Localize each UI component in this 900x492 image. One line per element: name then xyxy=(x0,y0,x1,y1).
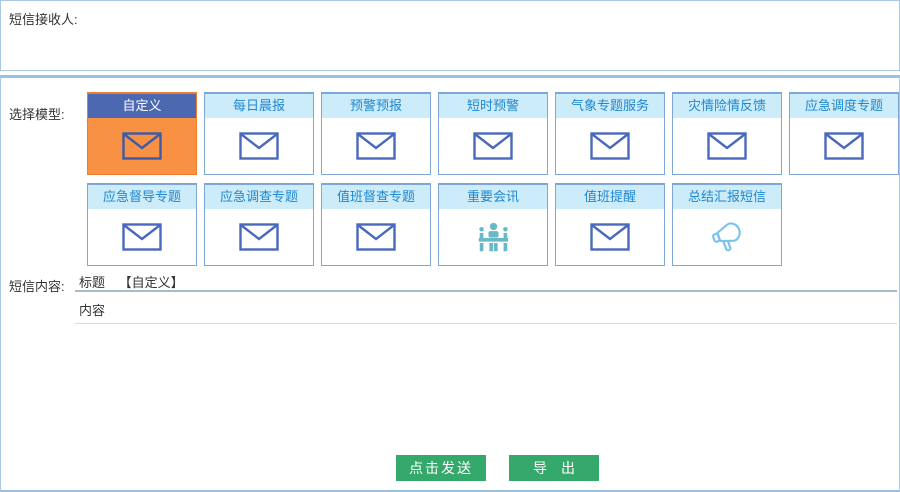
template-tile-important-meeting[interactable]: 重要会讯 xyxy=(438,183,548,266)
title-label: 标题 xyxy=(79,275,105,290)
template-tile-body xyxy=(790,118,898,174)
envelope-icon xyxy=(356,223,396,251)
template-tile-emergency-investigation[interactable]: 应急调查专题 xyxy=(204,183,314,266)
template-tile-emergency-supervision[interactable]: 应急督导专题 xyxy=(87,183,197,266)
envelope-icon xyxy=(239,223,279,251)
template-tile-body xyxy=(439,209,547,265)
template-tile-body xyxy=(439,118,547,174)
template-tile-custom[interactable]: 自定义 xyxy=(87,92,197,175)
recipients-panel: 短信接收人: xyxy=(0,0,900,71)
template-tile-shortterm-warning[interactable]: 短时预警 xyxy=(438,92,548,175)
sms-send-page: 短信接收人: 选择模型: 自定义 每日晨报 预警预报 xyxy=(0,0,900,492)
template-tile-title: 预警预报 xyxy=(322,94,430,118)
template-tile-disaster-feedback[interactable]: 灾情险情反馈 xyxy=(672,92,782,175)
template-row-1: 自定义 每日晨报 预警预报 短时预警 xyxy=(87,92,899,175)
envelope-icon xyxy=(824,132,864,160)
template-tile-title: 总结汇报短信 xyxy=(673,185,781,209)
template-tile-duty-reminder[interactable]: 值班提醒 xyxy=(555,183,665,266)
send-button[interactable]: 点击发送 xyxy=(396,455,486,481)
meeting-icon xyxy=(475,221,512,254)
template-tile-body xyxy=(673,209,781,265)
sms-content-label: 短信内容: xyxy=(9,276,65,295)
envelope-icon xyxy=(356,132,396,160)
envelope-icon xyxy=(122,223,162,251)
template-tile-body xyxy=(88,118,196,174)
sms-title-field[interactable]: 标题 【自定义】 xyxy=(75,272,897,292)
template-tile-title: 应急调查专题 xyxy=(205,185,313,209)
template-tile-warning-forecast[interactable]: 预警预报 xyxy=(321,92,431,175)
main-panel: 选择模型: 自定义 每日晨报 预警预报 短时预警 xyxy=(0,75,900,492)
recipients-input[interactable] xyxy=(71,5,895,66)
export-button[interactable]: 导 出 xyxy=(509,455,599,481)
template-tile-body xyxy=(556,118,664,174)
template-tile-title: 应急督导专题 xyxy=(88,185,196,209)
template-tile-title: 应急调度专题 xyxy=(790,94,898,118)
template-tile-weather-service[interactable]: 气象专题服务 xyxy=(555,92,665,175)
title-value: 【自定义】 xyxy=(119,275,184,290)
template-tile-body xyxy=(556,209,664,265)
envelope-icon xyxy=(590,223,630,251)
envelope-icon xyxy=(590,132,630,160)
template-tile-body xyxy=(205,209,313,265)
template-tile-body xyxy=(322,209,430,265)
template-tile-summary-report[interactable]: 总结汇报短信 xyxy=(672,183,782,266)
recipients-label: 短信接收人: xyxy=(9,9,78,28)
template-tile-title: 重要会讯 xyxy=(439,185,547,209)
template-tile-body xyxy=(322,118,430,174)
template-tile-body xyxy=(205,118,313,174)
template-tile-body xyxy=(673,118,781,174)
sms-body-field[interactable]: 内容 xyxy=(75,294,897,324)
template-tile-title: 值班督查专题 xyxy=(322,185,430,209)
envelope-icon xyxy=(122,132,162,160)
model-select-label: 选择模型: xyxy=(9,104,65,123)
megaphone-icon xyxy=(707,220,747,254)
template-tile-body xyxy=(88,209,196,265)
template-tile-duty-inspection[interactable]: 值班督查专题 xyxy=(321,183,431,266)
template-tile-emergency-dispatch[interactable]: 应急调度专题 xyxy=(789,92,899,175)
template-tile-title: 值班提醒 xyxy=(556,185,664,209)
template-tile-title: 灾情险情反馈 xyxy=(673,94,781,118)
body-label: 内容 xyxy=(79,303,105,318)
envelope-icon xyxy=(239,132,279,160)
template-tile-title: 气象专题服务 xyxy=(556,94,664,118)
envelope-icon xyxy=(707,132,747,160)
template-tile-title: 自定义 xyxy=(88,94,196,118)
template-tile-daily-report[interactable]: 每日晨报 xyxy=(204,92,314,175)
template-tile-title: 每日晨报 xyxy=(205,94,313,118)
envelope-icon xyxy=(473,132,513,160)
template-row-2: 应急督导专题 应急调查专题 值班督查专题 重要会讯 xyxy=(87,183,782,266)
template-tile-title: 短时预警 xyxy=(439,94,547,118)
